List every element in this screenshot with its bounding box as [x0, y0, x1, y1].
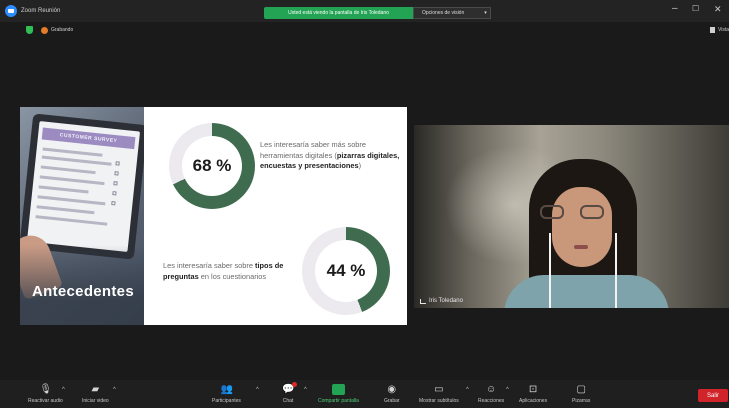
participant-glasses [540, 205, 604, 221]
shared-screen-slide: CUSTOMER SURVEY Antecedentes 68 % Les in… [20, 107, 407, 325]
participants-icon: 👥 [220, 384, 233, 395]
audio-caret-icon[interactable]: ^ [62, 387, 65, 393]
window-title: Zoom Reunión [21, 8, 61, 14]
participant-video-tile[interactable]: Iris Toledano [414, 125, 729, 308]
captions-icon: ▭ [434, 384, 444, 395]
zoom-logo-icon [5, 5, 17, 17]
participant-name-label: Iris Toledano [420, 298, 463, 304]
reactions-icon: ☺ [485, 384, 497, 395]
record-button[interactable]: ◉ Grabar [384, 384, 400, 404]
title-bar: Zoom Reunión Usted está viendo la pantal… [0, 0, 729, 22]
captions-caret-icon[interactable]: ^ [466, 387, 469, 393]
view-layout-icon[interactable] [710, 27, 715, 33]
participant-face [552, 187, 612, 267]
view-options-dropdown[interactable]: Opciones de visión ▾ [413, 7, 491, 19]
stat1-text: Les interesaría saber más sobre herramie… [260, 140, 400, 170]
start-video-button[interactable]: ▰ Iniciar video [82, 384, 109, 404]
survey-header: CUSTOMER SURVEY [41, 127, 136, 150]
slide-title: Antecedentes [32, 283, 134, 300]
status-row: Grabando [0, 22, 729, 38]
shield-icon[interactable] [26, 26, 33, 34]
percent-44: 44 % [326, 261, 366, 280]
view-options-label: Opciones de visión [422, 10, 465, 16]
percent-68: 68 % [192, 156, 232, 175]
chevron-down-icon: ▾ [484, 10, 487, 16]
share-screen-icon [331, 384, 345, 395]
video-off-icon: ▰ [91, 384, 100, 395]
show-captions-button[interactable]: ▭ Mostrar subtítulos [419, 384, 459, 404]
minimize-button[interactable]: – [672, 4, 678, 14]
chat-icon: 💬 [282, 382, 297, 395]
leave-button[interactable]: Salir [698, 389, 728, 402]
apps-button[interactable]: ⊡ Aplicaciones [519, 384, 547, 404]
participants-caret-icon[interactable]: ^ [256, 387, 259, 393]
zoom-meeting-window: Zoom Reunión Usted está viendo la pantal… [0, 0, 729, 408]
close-button[interactable]: ✕ [714, 4, 722, 14]
whiteboard-icon: ▢ [576, 384, 586, 395]
chat-caret-icon[interactable]: ^ [304, 387, 307, 393]
chat-button[interactable]: 💬 Chat [282, 382, 297, 404]
donut-chart-68: 68 % [169, 123, 255, 209]
video-caret-icon[interactable]: ^ [113, 387, 116, 393]
reactions-button[interactable]: ☺ Reacciones [478, 384, 504, 404]
recording-icon[interactable] [41, 26, 48, 34]
mic-off-icon: 🎙 [39, 384, 53, 395]
meeting-toolbar: 🎙 Reactivar audio ^ ▰ Iniciar video ^ 👥 … [0, 380, 729, 408]
share-screen-button[interactable]: Compartir pantalla [318, 384, 359, 404]
participant-shirt [504, 275, 669, 308]
unmute-button[interactable]: 🎙 Reactivar audio [28, 384, 63, 404]
survey-photo: CUSTOMER SURVEY Antecedentes [20, 107, 144, 325]
whiteboards-button[interactable]: ▢ Pizarras [572, 384, 590, 404]
signal-icon [420, 298, 426, 304]
maximize-button[interactable]: ☐ [692, 4, 699, 14]
participants-button[interactable]: 👥 Participantes [212, 384, 241, 404]
recording-label: Grabando [51, 27, 74, 33]
donut-chart-44: 44 % [302, 227, 390, 315]
record-icon: ◉ [387, 384, 397, 395]
stat2-text: Les interesaría saber sobre tipos de pre… [163, 261, 284, 281]
screen-share-banner: Usted está viendo la pantalla de Iris To… [264, 7, 413, 19]
reactions-caret-icon[interactable]: ^ [506, 387, 509, 393]
view-layout-label[interactable]: Vista [718, 27, 729, 33]
apps-icon: ⊡ [528, 384, 538, 395]
